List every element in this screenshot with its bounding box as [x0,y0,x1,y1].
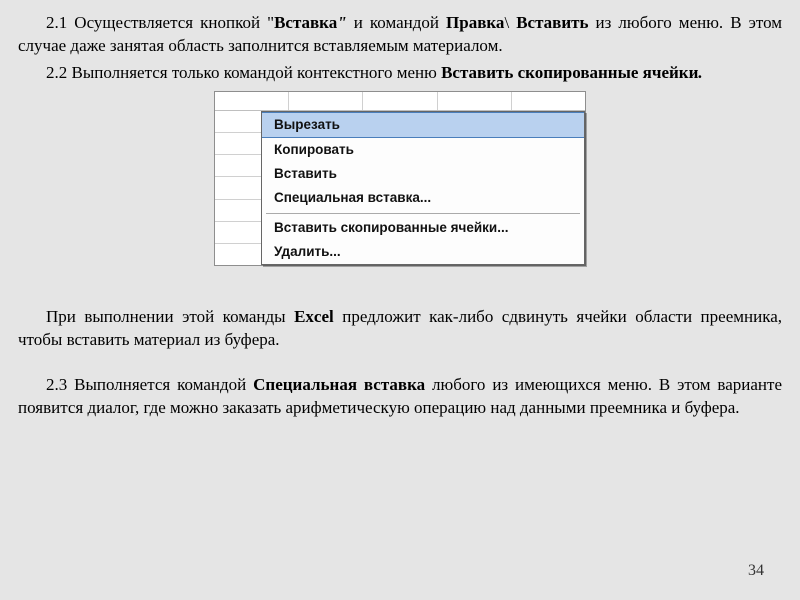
cmd-paste-copied-cells: Вставить скопированные ячейки [441,63,698,82]
context-menu-illustration: Вырезать Копировать Вставить Специальная… [214,91,586,266]
text: 2.3 Выполняется командой [46,375,253,394]
menu-separator [266,213,580,214]
paragraph-2-1: 2.1 Осуществляется кнопкой "Вставка" и к… [18,12,782,58]
paragraph-2-3: 2.3 Выполняется командой Специальная вст… [18,374,782,420]
cmd-special-paste: Специальная вставка [253,375,425,394]
grid-top [215,92,585,111]
cmd-pravka: Правка [446,13,504,32]
text: 2.2 Выполняется только командой контекст… [46,63,441,82]
menu-item-delete[interactable]: Удалить... [262,240,584,264]
menu-item-cut[interactable]: Вырезать [262,112,584,138]
button-name: Вставка [274,13,337,32]
menu-item-copy[interactable]: Копировать [262,138,584,162]
paragraph-excel: При выполнении этой команды Excel предло… [18,306,782,352]
grid-side [215,111,261,265]
cmd-vstavit: Вставить [509,13,588,32]
menu-item-paste-copied-cells[interactable]: Вставить скопированные ячейки... [262,216,584,240]
page-number: 34 [748,560,764,582]
context-menu: Вырезать Копировать Вставить Специальная… [261,111,585,265]
text: При выполнении этой команды [46,307,294,326]
paragraph-2-2: 2.2 Выполняется только командой контекст… [18,62,782,85]
text: 2.1 Осуществляется кнопкой " [46,13,274,32]
quote: " [337,13,346,32]
excel-word: Excel [294,307,334,326]
menu-item-paste-special[interactable]: Специальная вставка... [262,186,584,210]
text: и командой [347,13,446,32]
menu-item-paste[interactable]: Вставить [262,162,584,186]
dot: . [698,63,702,82]
